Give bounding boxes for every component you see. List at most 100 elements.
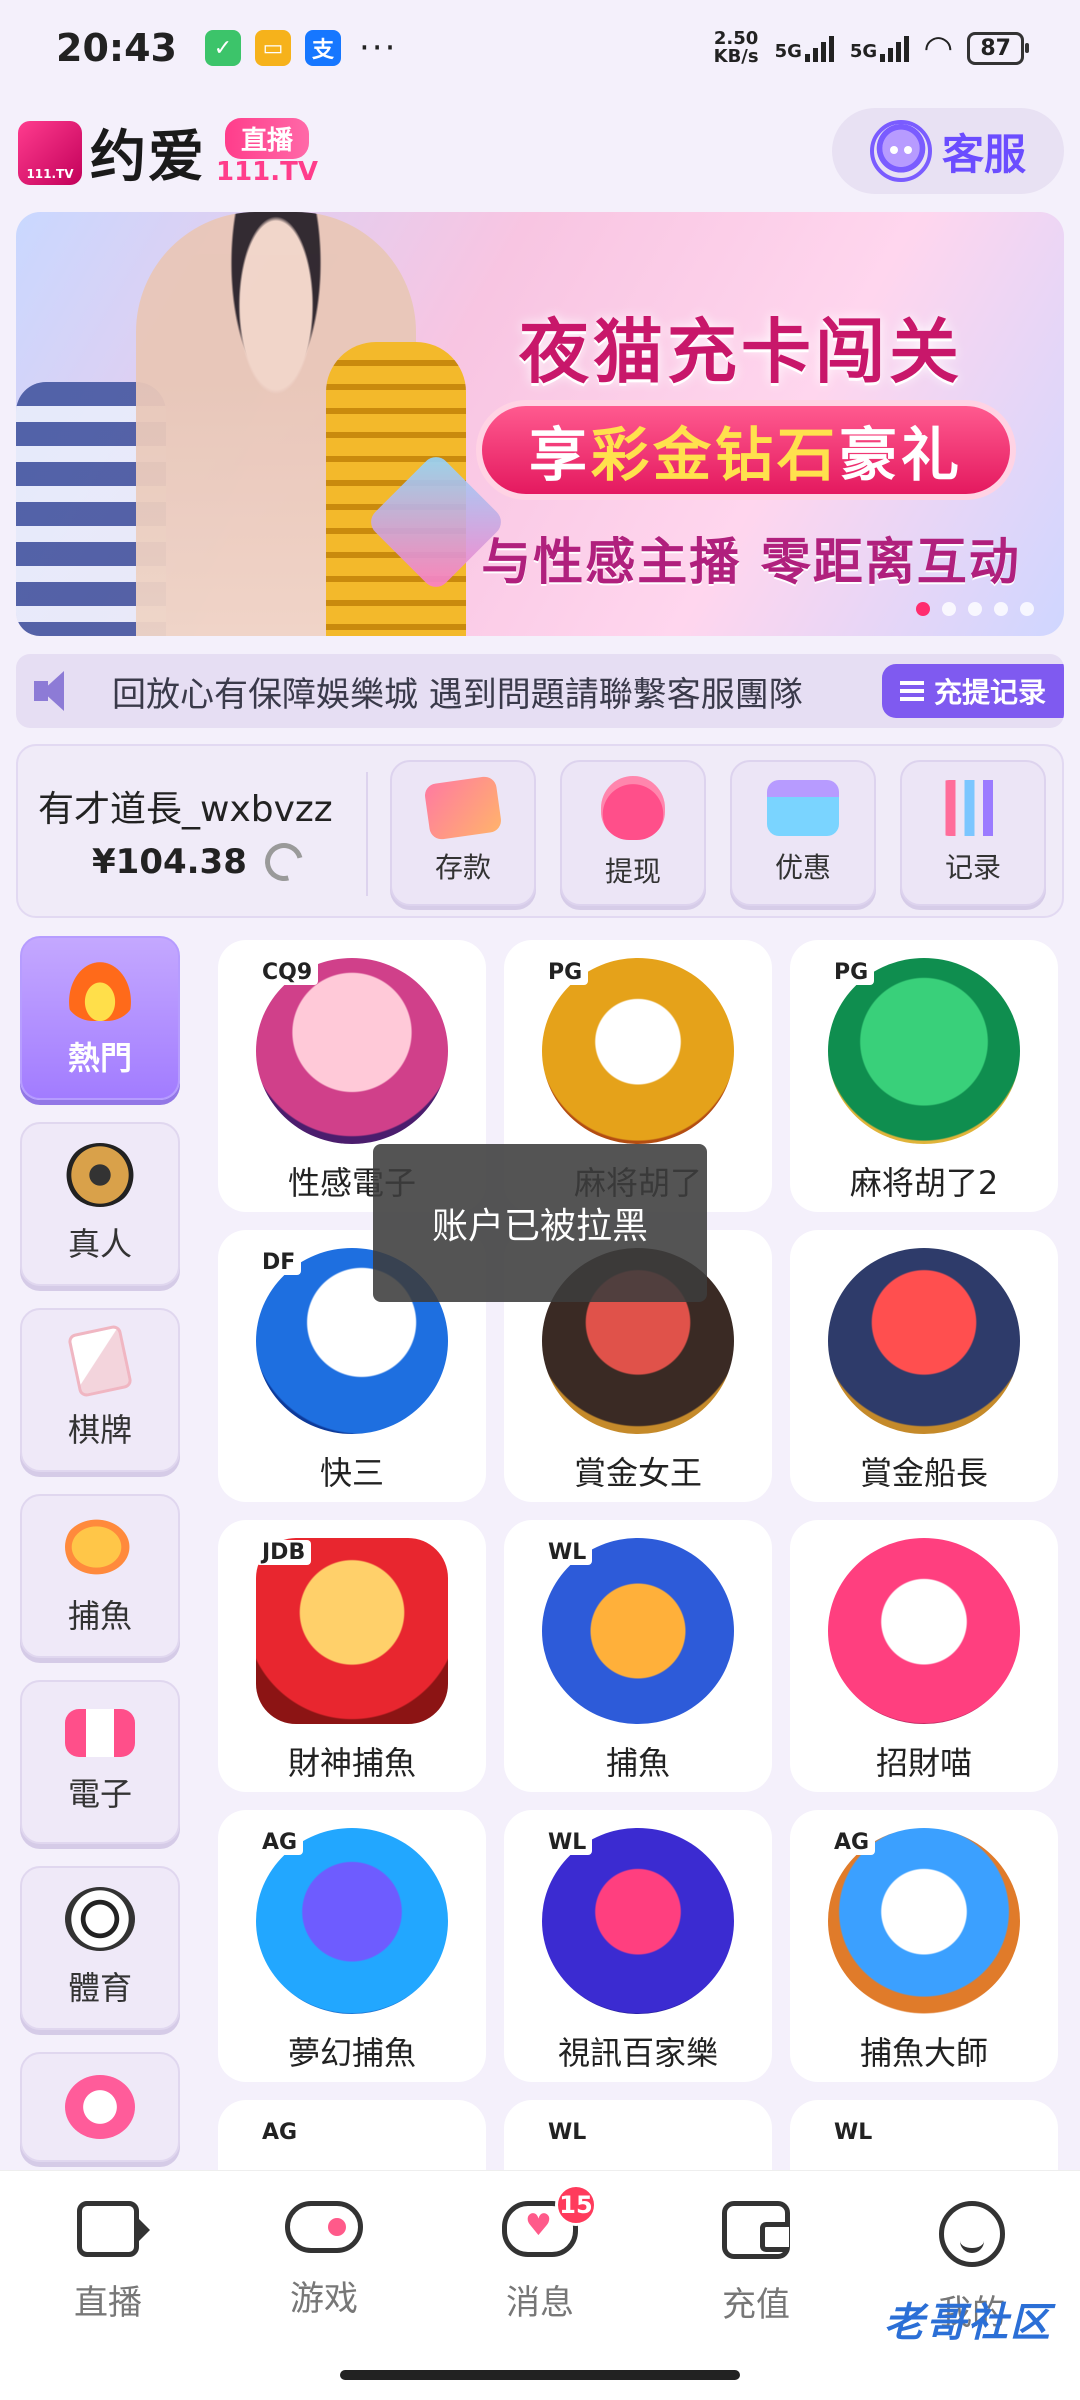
announcement-bar: 回放心有保障娛樂城 遇到問題請聯繫客服團隊 充提记录: [16, 654, 1064, 728]
provider-badge: WL: [542, 2120, 593, 2145]
provider-badge: WL: [542, 1830, 593, 1855]
provider-badge: WL: [542, 1540, 593, 1565]
game-name: 招財喵: [875, 1744, 972, 1782]
logo-mark-icon: 111.TV: [18, 120, 82, 185]
home-indicator[interactable]: [340, 2370, 740, 2380]
category-fishing[interactable]: 捕魚: [20, 1494, 180, 1658]
records-label: 记录: [944, 851, 1001, 884]
record-button-label: 充提记录: [933, 676, 1046, 709]
notes-app-icon: ▭: [254, 30, 291, 66]
camera-icon: [77, 2201, 150, 2257]
provider-badge: CQ9: [256, 960, 319, 985]
banner-pill: 享 彩金钻石 豪礼: [476, 400, 1016, 500]
game-card[interactable]: JDB 財神捕魚: [218, 1520, 486, 1792]
soccer-ball-icon: [65, 1887, 135, 1951]
status-time: 20:43: [56, 26, 177, 70]
nav-games[interactable]: 游戏: [216, 2201, 432, 2320]
toast-message: 账户已被拉黑: [373, 1144, 707, 1302]
bottom-navigation: 直播 游戏 15 消息 充值 我的: [0, 2170, 1080, 2400]
game-card[interactable]: PG 麻将胡了2: [790, 940, 1058, 1212]
game-card[interactable]: WL: [790, 2100, 1058, 2170]
app-logo[interactable]: 111.TV 约爱 直播 111.TV: [18, 112, 318, 193]
game-icon: [828, 1248, 1020, 1434]
nav-messages[interactable]: 15 消息: [432, 2184, 648, 2324]
category-hot[interactable]: 熱門: [20, 936, 180, 1100]
alipay-app-icon: 支: [304, 30, 341, 66]
category-label: 真人: [67, 1225, 132, 1263]
game-card[interactable]: AG: [218, 2100, 486, 2170]
game-name: 快三: [319, 1454, 384, 1492]
game-name: 麻将胡了2: [849, 1164, 999, 1202]
game-icon: [256, 1538, 448, 1724]
category-sports[interactable]: 體育: [20, 1866, 180, 2030]
account-panel: 有才道長_wxbvzz ¥104.38 存款 提现 优惠 记录: [16, 744, 1064, 918]
provider-badge: AG: [828, 1830, 876, 1855]
fish-icon: [65, 1515, 135, 1579]
deposit-button[interactable]: 存款: [390, 760, 536, 906]
refresh-icon[interactable]: [257, 836, 310, 888]
status-bar: 20:43 ✓ ▭ 支 ··· 2.50 KB/s 5G 5G ◠ 87: [0, 0, 1080, 96]
profile-icon: [939, 2201, 1005, 2267]
flame-icon: [65, 957, 135, 1021]
category-slots[interactable]: 電子: [20, 1680, 180, 1844]
game-name: 捕魚: [605, 1744, 670, 1782]
deposit-withdraw-record-button[interactable]: 充提记录: [881, 664, 1064, 718]
game-name: 夢幻捕魚: [287, 2034, 416, 2072]
unread-badge: 15: [555, 2184, 597, 2226]
game-card[interactable]: 賞金船長: [790, 1230, 1058, 1502]
watermark-logo: 老哥社区: [884, 2300, 1052, 2346]
promotion-button[interactable]: 优惠: [730, 760, 876, 906]
pill-prefix: 享: [528, 421, 591, 489]
deposit-label: 存款: [434, 851, 491, 884]
provider-badge: PG: [828, 960, 875, 985]
carousel-dot[interactable]: [1020, 602, 1034, 616]
carousel-dot[interactable]: [916, 602, 930, 616]
signal-icon-2: 5G: [850, 34, 910, 62]
carousel-dot[interactable]: [994, 602, 1008, 616]
category-label: 熱門: [67, 1039, 132, 1077]
category-lottery[interactable]: [20, 2052, 180, 2162]
provider-badge: DF: [256, 1250, 302, 1275]
game-card[interactable]: AG 夢幻捕魚: [218, 1810, 486, 2082]
wallet-icon: [722, 2201, 790, 2259]
lottery-ball-icon: [65, 2075, 135, 2139]
game-card[interactable]: 招財喵: [790, 1520, 1058, 1792]
divider: [366, 772, 368, 896]
game-card[interactable]: WL 視訊百家樂: [504, 1810, 772, 2082]
category-cards[interactable]: 棋牌: [20, 1308, 180, 1472]
provider-badge: WL: [828, 2120, 879, 2145]
game-name: 視訊百家樂: [557, 2034, 718, 2072]
money-bag-icon: [601, 776, 665, 840]
gamepad-icon: [285, 2201, 363, 2253]
nav-label: 充值: [722, 2285, 790, 2325]
credit-card-icon: [423, 775, 503, 841]
carousel-dot[interactable]: [942, 602, 956, 616]
game-card[interactable]: WL 捕魚: [504, 1520, 772, 1792]
logo-text: 约爱: [90, 125, 206, 190]
game-icon: [828, 1828, 1020, 2014]
headset-icon: [869, 120, 932, 182]
category-label: 棋牌: [67, 1411, 132, 1449]
game-icon: [828, 958, 1020, 1144]
game-card[interactable]: WL: [504, 2100, 772, 2170]
game-icon: [542, 958, 734, 1144]
provider-badge: PG: [542, 960, 589, 985]
withdraw-button[interactable]: 提现: [560, 760, 706, 906]
nav-recharge[interactable]: 充值: [648, 2201, 864, 2326]
playing-card-icon: [66, 1324, 134, 1398]
withdraw-label: 提现: [604, 855, 661, 888]
nav-label: 消息: [506, 2283, 574, 2323]
live-tag: 直播: [225, 118, 310, 159]
customer-service-button[interactable]: 客服: [832, 108, 1064, 194]
battery-icon: 87: [967, 31, 1029, 65]
nav-live[interactable]: 直播: [0, 2201, 216, 2324]
promo-banner[interactable]: 夜猫充卡闯关 享 彩金钻石 豪礼 与性感主播 零距离互动: [16, 212, 1064, 636]
game-card[interactable]: AG 捕魚大師: [790, 1810, 1058, 2082]
category-label: 電子: [67, 1775, 132, 1813]
records-button[interactable]: 记录: [900, 760, 1046, 906]
carousel-dot[interactable]: [968, 602, 982, 616]
category-live[interactable]: 真人: [20, 1122, 180, 1286]
provider-badge: JDB: [256, 1540, 312, 1565]
speed-unit: KB/s: [713, 46, 759, 67]
provider-badge: AG: [256, 1830, 304, 1855]
